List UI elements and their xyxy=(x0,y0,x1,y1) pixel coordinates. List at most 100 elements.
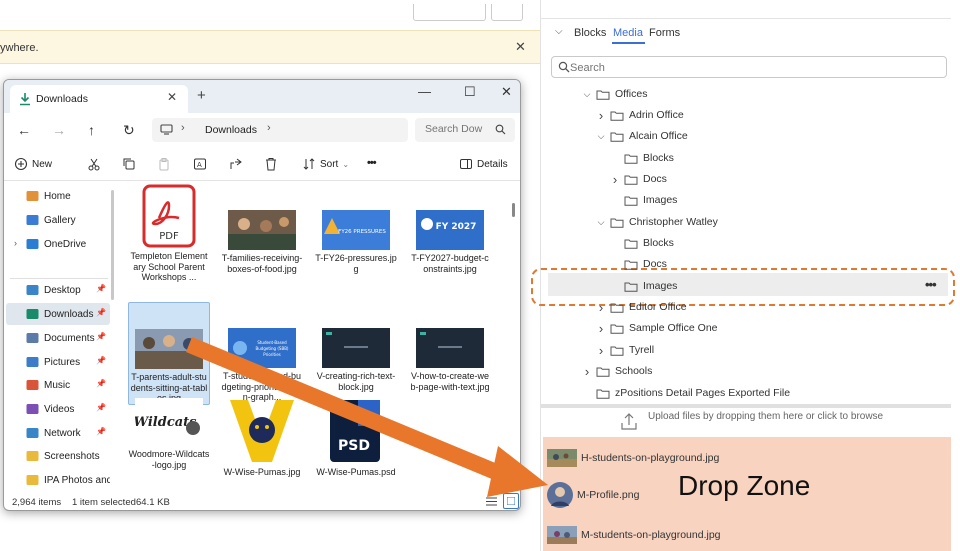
tile-view-button[interactable] xyxy=(503,493,519,509)
sidebar-item-pictures[interactable]: Pictures 📌 xyxy=(6,351,110,373)
tree-item[interactable]: ⌵ Alcain Office xyxy=(595,126,688,146)
minimize-icon[interactable]: — xyxy=(418,84,431,99)
breadcrumb-downloads[interactable]: Downloads xyxy=(205,124,257,136)
tab-downloads[interactable]: Downloads ✕ xyxy=(10,85,188,113)
tree-item[interactable]: Blocks xyxy=(609,233,674,253)
rename-button[interactable]: A xyxy=(193,157,211,171)
sidebar-item-home[interactable]: Home xyxy=(6,185,110,207)
tree-item[interactable]: › Adrin Office xyxy=(595,105,684,125)
details-button[interactable]: Details xyxy=(459,157,508,171)
tree-item[interactable]: › Editor Office xyxy=(595,297,687,317)
chevron-down-icon[interactable]: ⌵ xyxy=(595,131,607,142)
paste-button[interactable] xyxy=(157,157,175,171)
forward-arrow-icon[interactable]: → xyxy=(52,122,66,138)
navigation-scrollbar[interactable] xyxy=(111,190,114,300)
close-tab-icon[interactable]: ✕ xyxy=(167,90,177,104)
search-downloads-input[interactable] xyxy=(425,123,490,135)
drop-zone[interactable]: H-students-on-playground.jpg M-Profile.p… xyxy=(543,437,951,551)
dropzone-file[interactable]: M-students-on-playground.jpg xyxy=(547,524,721,546)
chevron-right-icon[interactable]: › xyxy=(595,108,607,123)
file-item[interactable]: V-how-to-create-web-page-with-text.jpg xyxy=(409,302,491,392)
chevron-down-icon[interactable]: ⌵ xyxy=(595,217,607,228)
file-item[interactable]: T-families-receiving-boxes-of-food.jpg xyxy=(221,184,303,274)
banner-close-icon[interactable]: ✕ xyxy=(515,39,526,55)
file-item[interactable]: FY26 PRESSURES T-FY26-pressures.jpg xyxy=(315,184,397,274)
refresh-icon[interactable]: ↻ xyxy=(123,122,135,139)
sidebar-item-screenshots[interactable]: Screenshots xyxy=(6,445,110,467)
sidebar-item-label: Pictures xyxy=(44,356,81,368)
new-tab-icon[interactable]: + xyxy=(197,87,206,104)
sidebar-item-downloads[interactable]: Downloads 📌 xyxy=(6,303,110,325)
close-window-icon[interactable]: ✕ xyxy=(501,84,512,100)
sidebar-item-ipa-photos-and-t[interactable]: IPA Photos and T xyxy=(6,469,110,491)
file-item[interactable]: V-creating-rich-text-block.jpg xyxy=(315,302,397,392)
tree-item[interactable]: ⌵ Christopher Watley xyxy=(595,212,718,232)
delete-button[interactable] xyxy=(264,157,282,171)
tree-item[interactable]: › Tyrell xyxy=(595,340,654,360)
sidebar-item-desktop[interactable]: Desktop 📌 xyxy=(6,279,110,301)
file-item[interactable]: FY 2027 T-FY2027-budget-constraints.jpg xyxy=(409,184,491,274)
panel-scrollbar[interactable] xyxy=(541,404,951,408)
tree-item[interactable]: Blocks xyxy=(609,148,674,168)
chevron-right-icon[interactable]: › xyxy=(14,238,17,248)
tab-blocks[interactable]: Blocks xyxy=(574,27,606,39)
content-scrollbar[interactable] xyxy=(512,203,515,217)
file-item[interactable]: T-parents-adult-students-sitting-at-tabl… xyxy=(128,302,210,405)
search-downloads-box[interactable] xyxy=(415,118,515,142)
tree-item[interactable]: › Docs xyxy=(609,169,667,189)
media-search-input[interactable] xyxy=(570,60,930,75)
up-arrow-icon[interactable]: ↑ xyxy=(88,122,95,138)
file-item[interactable]: W-Wise-Pumas.jpg xyxy=(221,398,303,478)
tree-item[interactable]: Images xyxy=(609,190,677,210)
sidebar-item-documents[interactable]: Documents 📌 xyxy=(6,327,110,349)
collapse-chevron-icon[interactable]: ⌵ xyxy=(555,26,563,37)
file-item[interactable]: Wildcats Woodmore-Wildcats-logo.jpg xyxy=(128,398,210,470)
back-arrow-icon[interactable]: ← xyxy=(17,122,31,138)
chevron-right-icon[interactable]: › xyxy=(609,172,621,187)
sidebar-item-onedrive[interactable]: › OneDrive xyxy=(6,233,110,255)
dropzone-file[interactable]: M-Profile.png xyxy=(547,482,639,508)
paste-icon xyxy=(159,158,169,171)
tree-item[interactable]: zPositions Detail Pages Exported File xyxy=(581,383,790,403)
dropzone-file[interactable]: H-students-on-playground.jpg xyxy=(547,447,719,469)
list-view-icon[interactable] xyxy=(486,496,497,507)
tree-item[interactable]: › Sample Office One xyxy=(595,318,718,338)
file-item[interactable]: PSD W-Wise-Pumas.psd xyxy=(315,398,397,478)
sidebar-item-videos[interactable]: Videos 📌 xyxy=(6,398,110,420)
chevron-right-icon[interactable]: › xyxy=(581,364,593,379)
chevron-right-icon[interactable]: › xyxy=(595,300,607,315)
file-item[interactable]: PDF Templeton Elementary School Parent Wo… xyxy=(128,184,210,283)
tree-item[interactable]: Docs xyxy=(609,254,667,274)
tab-media[interactable]: Media xyxy=(613,27,643,39)
share-button[interactable] xyxy=(229,157,247,171)
sidebar-item-gallery[interactable]: Gallery xyxy=(6,209,110,231)
maximize-icon[interactable]: ☐ xyxy=(464,84,476,100)
download-icon xyxy=(20,93,30,106)
tree-item[interactable]: Images xyxy=(609,276,677,296)
tab-forms[interactable]: Forms xyxy=(649,27,680,39)
media-search-box[interactable] xyxy=(551,56,947,78)
media-panel: ⌵ Blocks Media Forms ••• ⌵Offices›Adrin … xyxy=(531,0,960,551)
chevron-right-icon[interactable]: › xyxy=(181,122,185,134)
upload-area[interactable]: Upload files by dropping them here or cl… xyxy=(621,410,951,436)
chevron-right-icon[interactable]: › xyxy=(595,321,607,336)
tree-item[interactable]: ⌵ Offices xyxy=(581,84,648,104)
file-item[interactable]: Student-Based Budgeting (SBB) Priorities T-… xyxy=(221,302,303,403)
sidebar-item-music[interactable]: Music 📌 xyxy=(6,374,110,396)
cut-button[interactable] xyxy=(87,157,105,171)
chevron-down-icon[interactable]: ⌵ xyxy=(581,89,593,100)
address-box[interactable]: › Downloads › xyxy=(152,118,408,142)
folder-icon xyxy=(624,154,638,164)
chevron-right-icon[interactable]: › xyxy=(267,122,271,134)
chevron-right-icon[interactable]: › xyxy=(595,343,607,358)
new-button[interactable]: New xyxy=(14,157,52,171)
sort-button[interactable]: Sort ⌄ xyxy=(302,157,349,171)
sidebar-item-label: Downloads xyxy=(44,308,94,320)
sidebar-item-network[interactable]: Network 📌 xyxy=(6,422,110,444)
tree-item[interactable]: › Schools xyxy=(581,361,653,381)
profile-avatar-icon xyxy=(547,482,573,508)
copy-button[interactable] xyxy=(122,157,140,171)
top-button-small[interactable] xyxy=(491,4,523,21)
more-options-icon[interactable]: ••• xyxy=(367,157,377,169)
top-button[interactable] xyxy=(413,4,486,21)
